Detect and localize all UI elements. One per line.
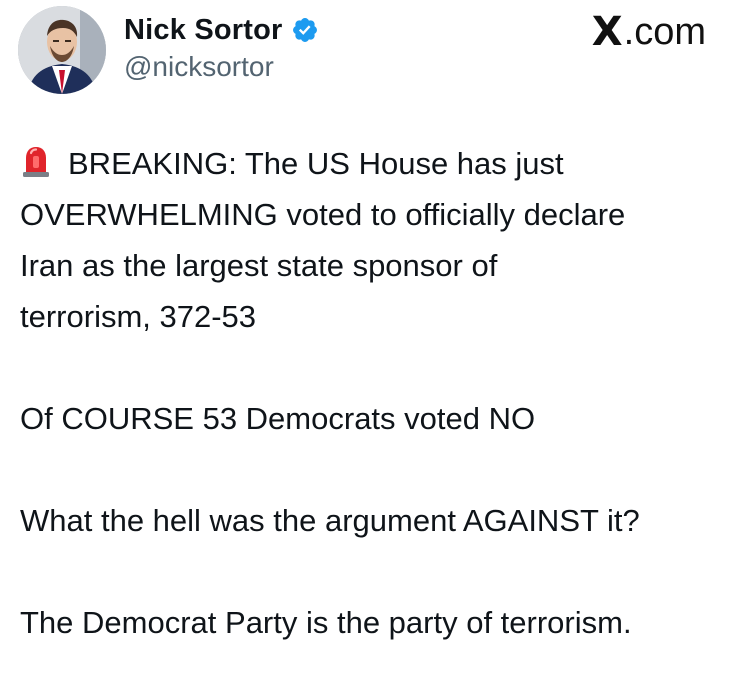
tweet-text: BREAKING: The US House has just OVERWHEL… bbox=[20, 138, 740, 648]
tweet-line-7: The Democrat Party is the party of terro… bbox=[20, 605, 632, 640]
author-handle[interactable]: @nicksortor bbox=[124, 50, 274, 84]
avatar[interactable] bbox=[18, 6, 106, 94]
author-display-name[interactable]: Nick Sortor bbox=[124, 12, 283, 48]
tweet-line-1-text: BREAKING: The US House has just bbox=[68, 146, 564, 181]
tweet-line-4: terrorism, 372-53 bbox=[20, 299, 257, 334]
site-label: X .com bbox=[592, 10, 706, 54]
verified-badge-icon bbox=[291, 16, 319, 44]
tweet-line-6: What the hell was the argument AGAINST i… bbox=[20, 503, 640, 538]
site-domain: .com bbox=[623, 11, 706, 53]
tweet-line-3: Iran as the largest state sponsor of bbox=[20, 248, 498, 283]
police-siren-icon bbox=[20, 142, 52, 177]
author-name-row: Nick Sortor bbox=[124, 12, 319, 48]
x-logo-icon: X bbox=[591, 9, 623, 55]
tweet-line-2: OVERWHELMING voted to officially declare bbox=[20, 197, 626, 232]
tweet-line-5: Of COURSE 53 Democrats voted NO bbox=[20, 401, 536, 436]
tweet-header: Nick Sortor @nicksortor X .com bbox=[0, 0, 750, 100]
profile-photo bbox=[18, 6, 106, 94]
tweet-line-1: BREAKING: The US House has just bbox=[20, 138, 740, 189]
